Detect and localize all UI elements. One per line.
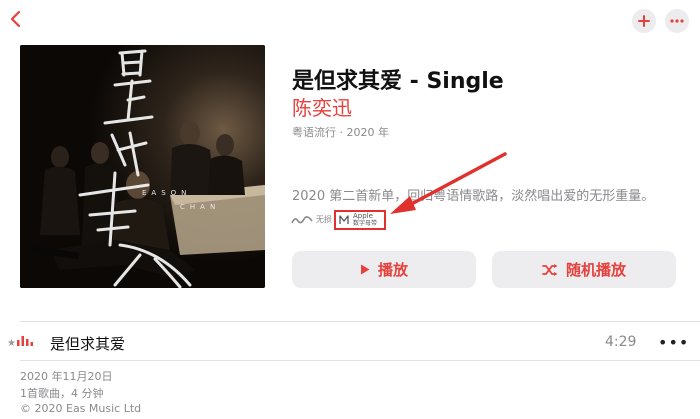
play-label: 播放: [377, 261, 408, 279]
annotation-arrow: [390, 152, 507, 214]
add-button[interactable]: [632, 9, 656, 33]
track-title[interactable]: 是但求其爱: [50, 333, 125, 354]
album-title: 是但求其爱 - Single: [292, 69, 504, 94]
artist-link[interactable]: 陈奕迅: [292, 92, 352, 121]
digital-master-line1: Apple: [353, 212, 373, 220]
track-more-button[interactable]: •••: [658, 333, 689, 352]
album-artwork: EASON CHAN: [20, 45, 265, 288]
cover-name-line2: CHAN: [180, 203, 220, 211]
play-button[interactable]: 播放: [292, 251, 476, 288]
shuffle-button[interactable]: 随机播放: [492, 251, 676, 288]
ellipsis-icon: [670, 19, 684, 23]
divider: [20, 360, 700, 361]
shuffle-icon: [542, 263, 557, 276]
release-date: 2020 年11月20日: [20, 370, 113, 383]
lossless-badge: 无损: [291, 214, 332, 225]
plus-icon: [638, 15, 650, 27]
divider: [20, 321, 700, 322]
shuffle-label: 随机播放: [565, 261, 626, 279]
track-duration: 4:29: [605, 334, 637, 350]
album-cover[interactable]: EASON CHAN: [20, 45, 265, 288]
now-playing-bars-icon: [17, 336, 33, 346]
chevron-left-icon[interactable]: [6, 9, 26, 29]
play-triangle-icon: [360, 264, 370, 275]
digital-master-line2: 数字母带: [353, 220, 378, 227]
copyright: © 2020 Eas Music Ltd: [20, 402, 142, 415]
genre-year: 粤语流行 · 2020 年: [292, 126, 389, 139]
album-summary: 1首歌曲，4 分钟: [20, 387, 104, 400]
lossless-label: 无损: [316, 215, 332, 224]
star-icon: ★: [7, 338, 16, 349]
cover-name-line1: EASON: [142, 189, 191, 197]
more-options-button[interactable]: [665, 9, 689, 33]
lossless-wave-icon: [291, 215, 313, 223]
digital-master-icon: [339, 215, 349, 224]
digital-master-badge: Apple 数字母带: [334, 210, 386, 230]
